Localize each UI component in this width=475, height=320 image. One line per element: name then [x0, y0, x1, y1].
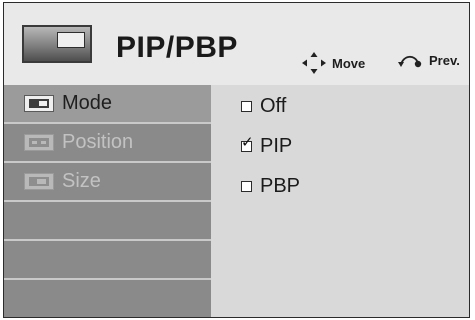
option-pip[interactable]: ✓ PIP — [241, 135, 292, 158]
move-hint: Move — [302, 52, 365, 74]
menu-item-mode[interactable]: Mode — [4, 85, 211, 124]
menu-item-label: Mode — [62, 92, 113, 114]
settings-menu: Mode Position Size — [4, 85, 211, 317]
checkbox-checked[interactable]: ✓ — [241, 135, 254, 152]
menu-item-label: Size — [62, 170, 101, 192]
menu-item-size: Size — [4, 163, 211, 202]
move-hint-label: Move — [332, 55, 366, 71]
prev-hint[interactable]: Prev. — [397, 52, 460, 68]
menu-empty-row — [4, 241, 211, 280]
page-title: PIP/PBP — [116, 31, 238, 64]
menu-item-label: Position — [62, 131, 134, 153]
option-pbp[interactable]: PBP — [241, 175, 300, 198]
mode-icon — [24, 95, 54, 112]
option-label: Off — [260, 95, 287, 117]
move-arrows-icon — [302, 52, 326, 74]
option-label: PBP — [260, 175, 301, 197]
menu-item-position: Position — [4, 124, 211, 163]
pip-pbp-osd-window: PIP/PBP Move Prev. Mode Position Size Of… — [3, 2, 470, 318]
mode-options-panel: Off ✓ PIP PBP — [211, 85, 469, 317]
checkbox[interactable] — [241, 101, 252, 112]
osd-header: PIP/PBP Move Prev. — [4, 3, 469, 85]
prev-hint-label: Prev. — [429, 52, 460, 68]
menu-empty-row — [4, 280, 211, 317]
size-icon — [24, 173, 54, 190]
pip-inset-window — [57, 32, 85, 48]
back-arrow-icon — [398, 55, 422, 68]
check-icon: ✓ — [241, 134, 254, 151]
menu-empty-row — [4, 202, 211, 241]
position-icon — [24, 134, 54, 151]
checkbox[interactable] — [241, 181, 252, 192]
option-off[interactable]: Off — [241, 95, 286, 118]
option-label: PIP — [260, 135, 293, 157]
pip-tv-icon — [22, 25, 92, 63]
